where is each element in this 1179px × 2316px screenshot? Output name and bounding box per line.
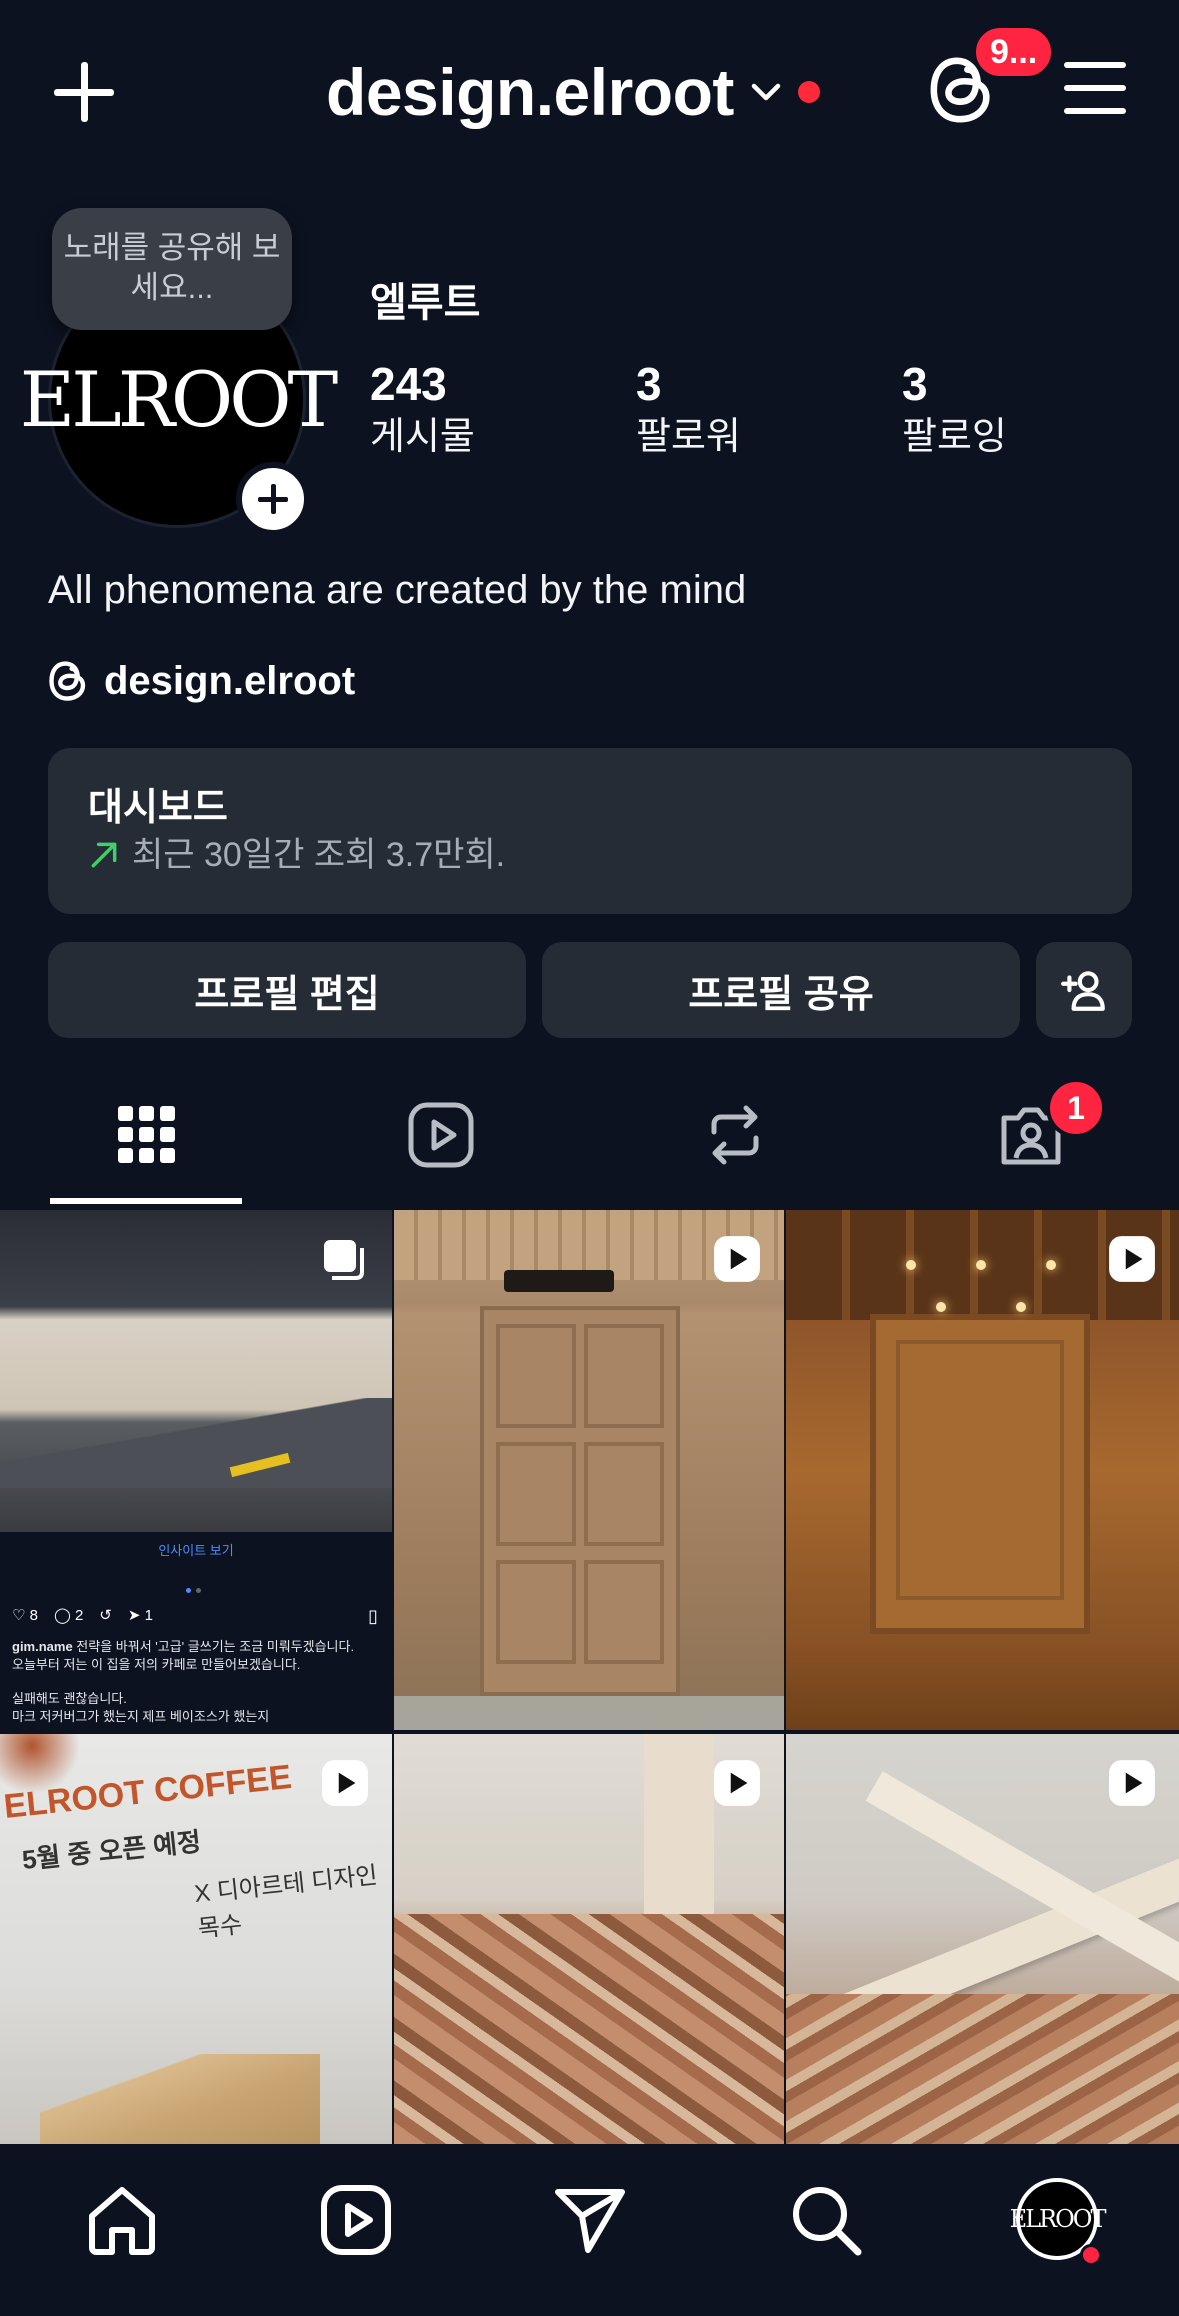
display-name: 엘루트 (370, 281, 481, 325)
chevron-down-icon (751, 83, 781, 101)
edit-profile-button[interactable]: 프로필 편집 (48, 942, 526, 1038)
professional-dashboard[interactable]: 대시보드 최근 30일간 조회 3.7만회. (48, 748, 1132, 914)
post-tile-4[interactable]: ELROOT COFFEE 5월 중 오픈 예정 X 디아르테 디자인 목수 (0, 1734, 392, 2144)
post-tile-3[interactable] (786, 1210, 1179, 1730)
bio-text: All phenomena are created by the mind (48, 568, 747, 612)
post-tile-5[interactable] (394, 1734, 784, 2144)
sign-open: 5월 중 오픈 예정 (20, 1826, 203, 1875)
post-tile-2[interactable] (394, 1210, 784, 1730)
username-switcher[interactable]: design.elroot (326, 50, 820, 134)
insights-link: 인사이트 보기 (158, 1543, 234, 1558)
nav-avatar-logo: ELROOT (1009, 2205, 1107, 2233)
unread-dot (797, 81, 820, 103)
trend-up-arrow-icon (91, 842, 117, 868)
threads-notification-badge: 9... (972, 24, 1056, 80)
reel-indicator-icon (1109, 1760, 1155, 1806)
direct-message-icon[interactable] (552, 2182, 628, 2258)
following-stat[interactable]: 3 팔로잉 (902, 356, 1007, 462)
post-1-bookmark-icon: ▯ (368, 1606, 378, 1626)
reposts-tab-icon[interactable] (700, 1100, 770, 1170)
door (480, 1306, 680, 1696)
post-tile-6[interactable] (786, 1734, 1179, 2144)
following-count: 3 (902, 358, 928, 410)
reel-indicator-icon (322, 1760, 368, 1806)
post-1-likes: 8 (29, 1607, 38, 1624)
reel-indicator-icon (714, 1760, 760, 1806)
post-1-comments: 2 (74, 1607, 84, 1624)
grid-tab-icon[interactable] (112, 1100, 182, 1170)
wood-panel-wall (870, 1314, 1090, 1634)
note-bubble[interactable]: 노래를 공유해 보세요... (52, 208, 292, 330)
dashboard-subtitle: 최근 30일간 조회 3.7만회. (132, 836, 506, 874)
reels-tab-icon[interactable] (406, 1100, 476, 1170)
threads-profile-link[interactable]: design.elroot (48, 658, 355, 704)
wood-scrap-pile (394, 1914, 784, 2144)
search-icon[interactable] (788, 2182, 864, 2258)
profile-nav-dot (1080, 2244, 1102, 2266)
threads-handle: design.elroot (104, 658, 356, 703)
post-1-shares: 1 (144, 1607, 153, 1624)
reels-nav-icon[interactable] (318, 2182, 394, 2258)
reel-indicator-icon (714, 1236, 760, 1282)
post-1-caption-user: gim.name (12, 1639, 73, 1654)
sign-collab: X 디아르테 디자인 목수 (193, 1861, 379, 1943)
menu-icon[interactable] (1064, 62, 1126, 114)
share-profile-button[interactable]: 프로필 공유 (542, 942, 1020, 1038)
reel-indicator-icon (1109, 1236, 1155, 1282)
following-label: 팔로잉 (902, 416, 1007, 458)
username-title: design.elroot (326, 55, 734, 129)
avatar-logo: ELROOT (19, 354, 338, 444)
create-plus-icon[interactable] (50, 58, 120, 128)
tagged-badge: 1 (1046, 1078, 1106, 1138)
discover-people-button[interactable] (1036, 942, 1132, 1038)
followers-label: 팔로워 (636, 416, 741, 458)
dashboard-title: 대시보드 (88, 787, 228, 829)
threads-logo-icon (49, 661, 86, 701)
followers-stat[interactable]: 3 팔로워 (636, 356, 741, 462)
carousel-icon (324, 1240, 364, 1280)
bottom-navigation: ELROOT (0, 2144, 1179, 2316)
add-person-icon (1061, 971, 1105, 1011)
followers-count: 3 (636, 358, 662, 410)
posts-stat[interactable]: 243 게시물 (370, 356, 475, 462)
post-1-actions: ♡ 8 ◯ 2 ↺ ➤ 1 (12, 1607, 153, 1624)
post-1-repost-icon: ↺ (99, 1607, 112, 1624)
add-story-plus-icon[interactable] (236, 462, 310, 536)
active-tab-indicator (50, 1198, 242, 1204)
posts-count: 243 (370, 358, 447, 410)
post-1-caption: gim.name 전략을 바꿔서 '고급' 글쓰기는 조금 미뤄두겠습니다. 오… (12, 1639, 355, 1724)
posts-label: 게시물 (370, 416, 475, 458)
home-icon[interactable] (84, 2182, 160, 2258)
post-tile-1[interactable]: 인사이트 보기 ♡ 8 ◯ 2 ↺ ➤ 1 ▯ gim.name 전략을 바꿔서… (0, 1210, 392, 1730)
